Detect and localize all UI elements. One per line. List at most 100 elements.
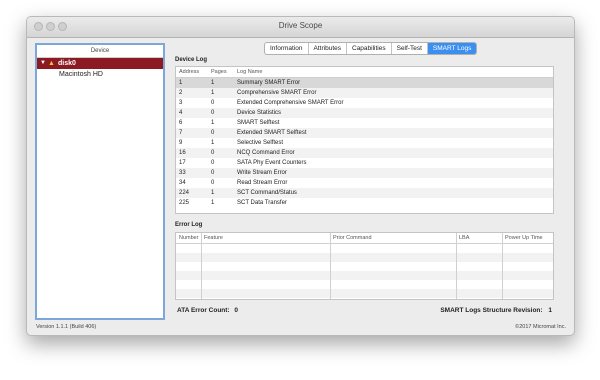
error-log-empty-row [176,244,553,253]
error-log-empty-row [176,262,553,271]
device-item-disk0[interactable]: ▼ ▲ disk0 [37,58,163,69]
log-name-cell: SMART Selftest [237,120,280,126]
tab-self-test[interactable]: Self-Test [392,43,428,54]
warning-icon: ▲ [48,60,55,67]
log-pages-cell: 1 [211,120,215,126]
device-log-row[interactable]: 34 0 Read Stream Error [176,178,553,188]
tab-attributes[interactable]: Attributes [309,43,347,54]
error-log-header: Number Feature Prior Command LBA Power U… [176,233,553,244]
app-window: Drive Scope Device ▼ ▲ disk0 Macintosh H… [26,16,575,336]
column-header-power-up-time[interactable]: Power Up Time [505,233,543,243]
device-log-row[interactable]: 7 0 Extended SMART Selftest [176,128,553,138]
device-log-row[interactable]: 3 0 Extended Comprehensive SMART Error [176,98,553,108]
log-address-cell: 34 [179,180,186,186]
device-log-row[interactable]: 9 1 Selective Selftest [176,138,553,148]
log-name-cell: Extended SMART Selftest [237,130,307,136]
column-divider [330,233,331,299]
tab-smart-logs[interactable]: SMART Logs [427,43,477,54]
structure-revision-label: SMART Logs Structure Revision: [440,307,543,314]
device-log-row[interactable]: 1 1 Summary SMART Error [176,78,553,88]
device-log-row[interactable]: 225 1 SCT Data Transfer [176,198,553,208]
tab-bar: Information Attributes Capabilities Self… [264,42,478,55]
log-pages-cell: 0 [211,110,215,116]
device-log-row[interactable]: 17 0 SATA Phy Event Counters [176,158,553,168]
disclosure-triangle-icon[interactable]: ▼ [40,58,46,69]
version-label: Version 1.1.1 (Build 406) [36,324,97,330]
error-log-empty-row [176,280,553,289]
device-log-row[interactable]: 224 1 SCT Command/Status [176,188,553,198]
structure-revision-value: 1 [548,307,552,314]
log-address-cell: 33 [179,170,186,176]
disk-label: disk0 [58,60,76,67]
window-title: Drive Scope [278,21,323,30]
log-address-cell: 7 [179,130,183,136]
log-address-cell: 1 [179,80,183,86]
column-header-lba[interactable]: LBA [459,233,469,243]
device-item-volume[interactable]: Macintosh HD [37,69,163,80]
tab-capabilities[interactable]: Capabilities [347,43,392,54]
ata-error-count-value: 0 [234,307,239,314]
device-log-row[interactable]: 6 1 SMART Selftest [176,118,553,128]
device-panel-header: Device [37,45,163,58]
column-divider [456,233,457,299]
log-pages-cell: 0 [211,160,215,166]
log-pages-cell: 1 [211,190,215,196]
device-log-row[interactable]: 4 0 Device Statistics [176,108,553,118]
error-log-table[interactable]: Number Feature Prior Command LBA Power U… [175,232,554,300]
log-address-cell: 3 [179,100,183,106]
log-name-cell: SATA Phy Event Counters [237,160,307,166]
log-name-cell: Extended Comprehensive SMART Error [237,100,344,106]
log-name-cell: NCQ Command Error [237,150,295,156]
log-address-cell: 224 [179,190,190,196]
column-divider [502,233,503,299]
log-pages-cell: 1 [211,200,215,206]
log-name-cell: Summary SMART Error [237,80,301,86]
device-log-title: Device Log [175,57,208,63]
copyright-label: ©2017 Micromat Inc. [515,324,566,330]
error-log-empty-row [176,271,553,280]
log-pages-cell: 0 [211,130,215,136]
column-header-prior-command[interactable]: Prior Command [333,233,372,243]
log-pages-cell: 0 [211,170,215,176]
log-pages-cell: 0 [211,150,215,156]
column-header-feature[interactable]: Feature [204,233,223,243]
log-pages-cell: 0 [211,180,215,186]
column-divider [201,233,202,299]
error-log-empty-row [176,253,553,262]
log-name-cell: Read Stream Error [237,180,288,186]
device-panel: Device ▼ ▲ disk0 Macintosh HD [35,43,165,320]
device-log-row[interactable]: 2 1 Comprehensive SMART Error [176,88,553,98]
title-bar: Drive Scope [27,17,574,38]
log-pages-cell: 1 [211,90,215,96]
log-address-cell: 16 [179,150,186,156]
device-log-row[interactable]: 33 0 Write Stream Error [176,168,553,178]
log-name-cell: Selective Selftest [237,140,284,146]
column-header-address[interactable]: Address [179,67,199,77]
log-name-cell: Write Stream Error [237,170,287,176]
log-address-cell: 9 [179,140,183,146]
device-log-table[interactable]: Address Pages Log Name 1 1 Summary SMART E… [175,66,554,214]
log-address-cell: 2 [179,90,183,96]
structure-revision: SMART Logs Structure Revision: 1 [440,307,552,314]
log-name-cell: Comprehensive SMART Error [237,90,317,96]
ata-error-count-label: ATA Error Count: [177,307,230,314]
log-address-cell: 17 [179,160,186,166]
column-header-log-name[interactable]: Log Name [237,67,262,77]
log-pages-cell: 0 [211,100,215,106]
error-log-title: Error Log [175,222,203,228]
log-address-cell: 225 [179,200,190,206]
log-pages-cell: 1 [211,140,215,146]
tab-information[interactable]: Information [265,43,309,54]
log-pages-cell: 1 [211,80,215,86]
device-log-header: Address Pages Log Name [176,67,553,78]
error-log-empty-row [176,289,553,298]
column-header-number[interactable]: Number [179,233,199,243]
log-name-cell: Device Statistics [237,110,282,116]
ata-error-count: ATA Error Count: 0 [177,307,238,314]
log-address-cell: 4 [179,110,183,116]
column-header-pages[interactable]: Pages [211,67,227,77]
log-name-cell: SCT Data Transfer [237,200,287,206]
device-log-row[interactable]: 16 0 NCQ Command Error [176,148,553,158]
log-address-cell: 6 [179,120,183,126]
log-name-cell: SCT Command/Status [237,190,297,196]
